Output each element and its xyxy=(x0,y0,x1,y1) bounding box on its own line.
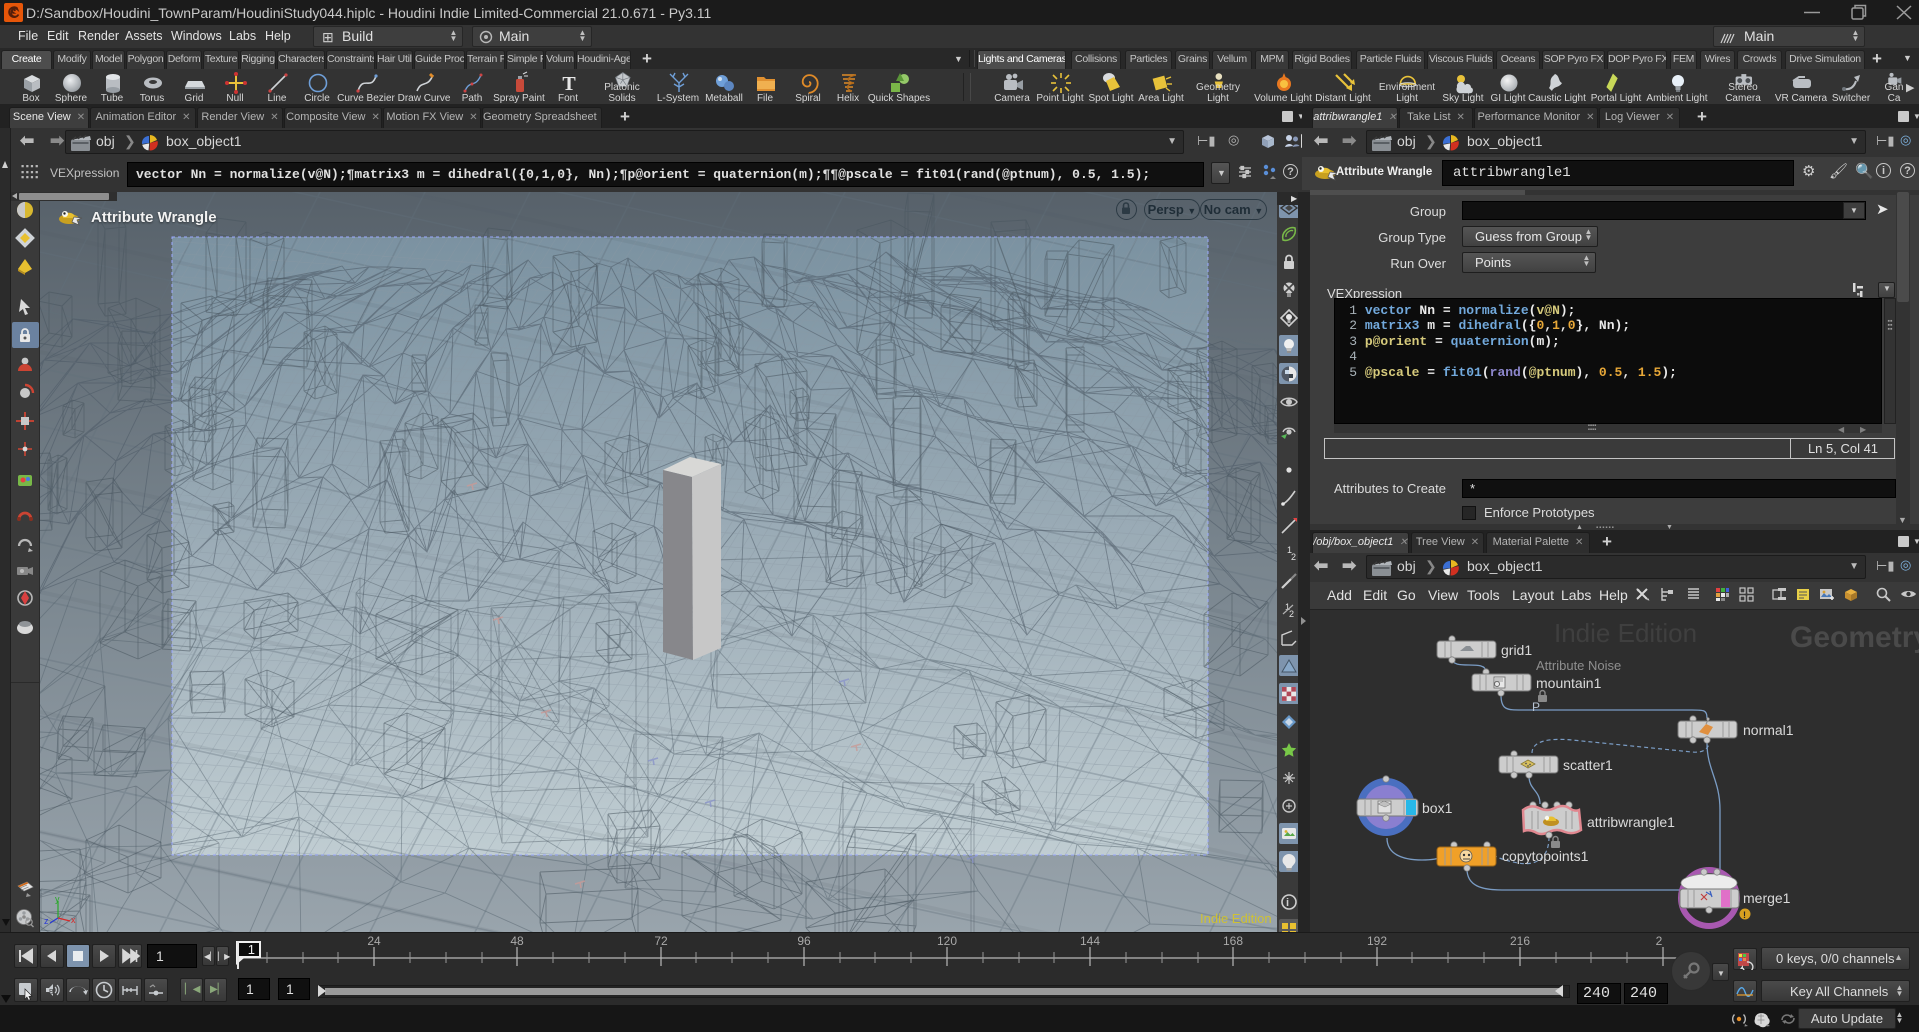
svg-text:!: ! xyxy=(1743,910,1746,920)
svg-text:scatter1: scatter1 xyxy=(1563,757,1613,773)
svg-text:24: 24 xyxy=(367,934,381,948)
svg-text:box1: box1 xyxy=(1422,800,1453,816)
svg-text:216: 216 xyxy=(1510,934,1530,948)
svg-text:grid1: grid1 xyxy=(1501,642,1532,658)
svg-text:i: i xyxy=(1286,897,1289,909)
svg-text:Geometry: Geometry xyxy=(1790,621,1919,654)
svg-text:y: y xyxy=(55,894,60,904)
svg-text:Attribute Noise: Attribute Noise xyxy=(1536,658,1621,673)
svg-text:copytopoints1: copytopoints1 xyxy=(1502,848,1589,864)
svg-text:mountain1: mountain1 xyxy=(1536,675,1602,691)
svg-text:x: x xyxy=(71,915,76,925)
svg-text:144: 144 xyxy=(1080,934,1100,948)
svg-text:merge1: merge1 xyxy=(1743,890,1791,906)
svg-text:120: 120 xyxy=(937,934,957,948)
svg-text:attribwrangle1: attribwrangle1 xyxy=(1587,814,1675,830)
svg-text:2: 2 xyxy=(1291,552,1296,562)
svg-text:2: 2 xyxy=(1289,609,1294,619)
svg-text:168: 168 xyxy=(1223,934,1243,948)
svg-text:72: 72 xyxy=(654,934,668,948)
svg-text:2: 2 xyxy=(1656,934,1663,948)
svg-text:96: 96 xyxy=(797,934,811,948)
svg-text:192: 192 xyxy=(1367,934,1387,948)
svg-text:normal1: normal1 xyxy=(1743,722,1794,738)
svg-text:B: B xyxy=(49,989,54,996)
svg-text:P: P xyxy=(1532,700,1540,714)
svg-text:z: z xyxy=(44,916,49,926)
svg-text:48: 48 xyxy=(510,934,524,948)
svg-text:Indie Edition: Indie Edition xyxy=(1554,618,1697,648)
